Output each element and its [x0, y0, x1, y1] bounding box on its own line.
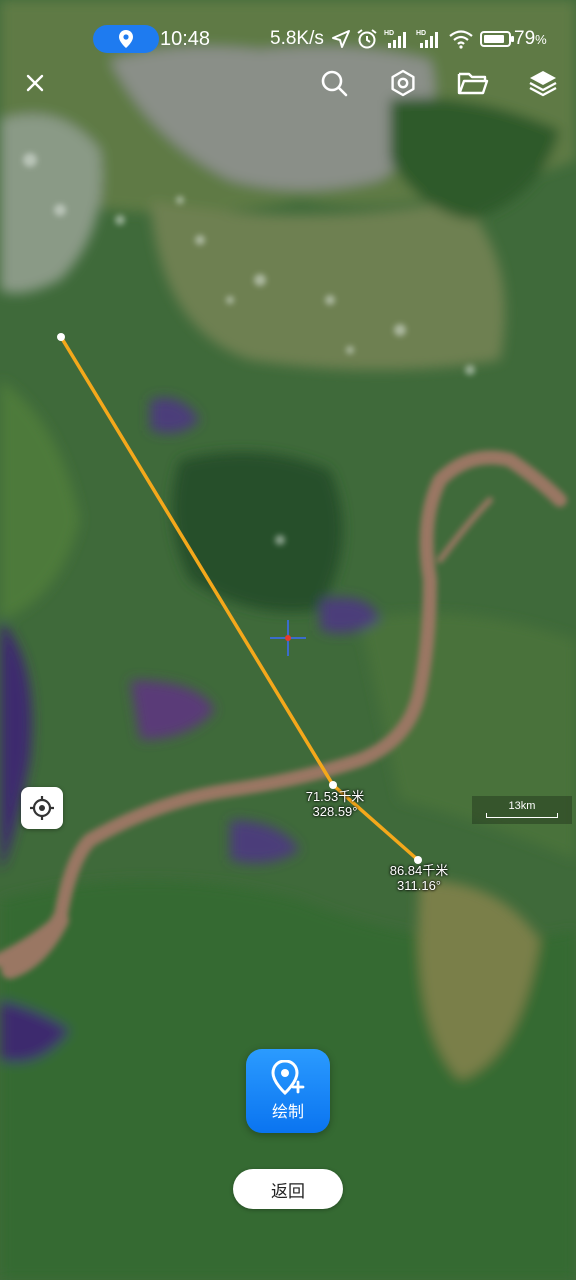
settings-button[interactable]	[382, 62, 424, 104]
locate-button[interactable]	[21, 787, 63, 829]
search-icon	[321, 70, 348, 97]
crosshair-icon	[30, 796, 54, 820]
hd-signal-icon: HD	[384, 30, 406, 48]
draw-label: 绘制	[271, 1104, 304, 1121]
waypoint-distance: 71.53千米	[305, 789, 365, 804]
navigation-arrow-icon	[332, 30, 350, 48]
scale-label: 13km	[508, 800, 536, 812]
svg-text:HD: HD	[416, 30, 426, 37]
draw-button[interactable]: 绘制	[246, 1049, 330, 1133]
map-scale: 13km	[472, 796, 572, 824]
back-button[interactable]: 返回	[233, 1169, 343, 1209]
search-button[interactable]	[313, 62, 355, 104]
waypoint-label: 86.84千米 311.16°	[374, 863, 464, 893]
waypoint-bearing: 328.59°	[312, 804, 358, 819]
alarm-icon	[357, 29, 377, 49]
route-vertex[interactable]	[329, 781, 337, 789]
battery-level: 79%	[514, 28, 547, 50]
close-icon	[26, 74, 44, 92]
map-pin-plus-icon	[271, 1060, 305, 1096]
settings-icon	[391, 69, 415, 97]
status-time: 10:48	[160, 28, 211, 50]
system-icons: HD HD	[332, 27, 516, 51]
location-indicator	[93, 25, 159, 53]
scale-bar	[486, 813, 558, 818]
folder-icon	[457, 72, 489, 95]
hd-signal-icon: HD	[416, 30, 438, 48]
close-button[interactable]	[14, 62, 56, 104]
network-rate: 5.8K/s	[270, 28, 324, 49]
waypoint-bearing: 311.16°	[397, 878, 441, 893]
battery-value: 79	[514, 28, 536, 49]
battery-unit: %	[535, 32, 547, 47]
folder-button[interactable]	[452, 62, 494, 104]
waypoint-label: 71.53千米 328.59°	[290, 789, 380, 819]
layers-button[interactable]	[522, 62, 564, 104]
svg-text:HD: HD	[384, 30, 394, 37]
layers-icon	[529, 71, 557, 97]
battery-icon	[480, 31, 514, 47]
route-vertex[interactable]	[57, 333, 65, 341]
wifi-icon	[449, 30, 473, 49]
waypoint-distance: 86.84千米	[389, 863, 449, 878]
location-icon	[119, 30, 133, 48]
